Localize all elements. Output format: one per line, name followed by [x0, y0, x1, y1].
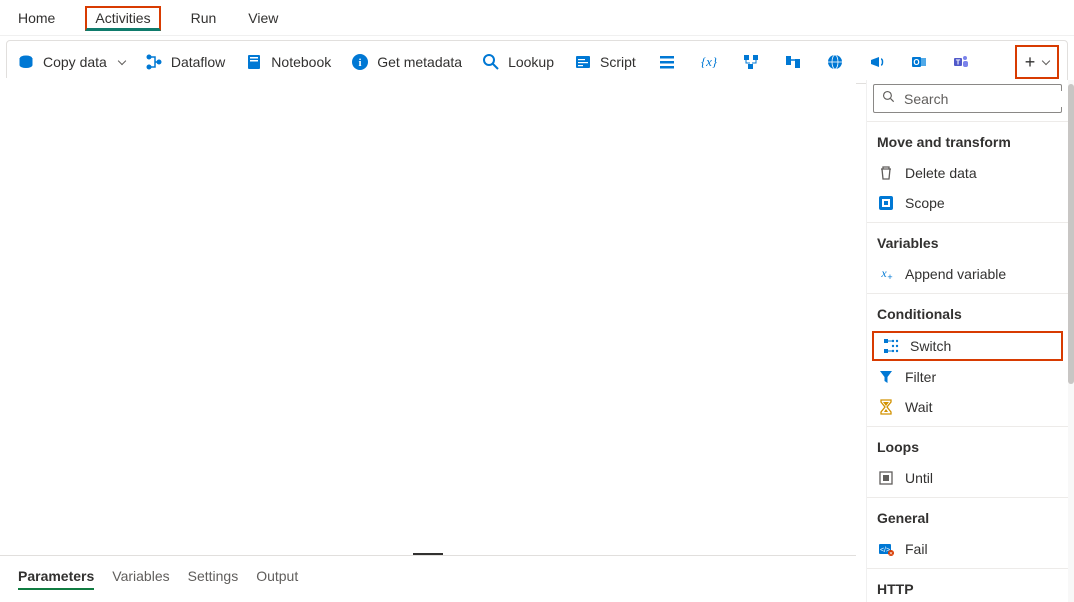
- svg-text:x: x: [880, 266, 887, 280]
- item-switch[interactable]: Switch: [872, 331, 1063, 361]
- section-title: Conditionals: [867, 304, 1068, 330]
- item-fail[interactable]: </>✕ Fail: [867, 534, 1068, 564]
- search-icon: [482, 53, 500, 71]
- fail-icon: </>✕: [877, 540, 895, 558]
- svg-text:{x}: {x}: [701, 54, 718, 69]
- lookup-label: Lookup: [508, 54, 554, 70]
- tab-activities[interactable]: Activities: [85, 6, 160, 31]
- copy-data-label: Copy data: [43, 54, 107, 70]
- notebook-button[interactable]: Notebook: [245, 53, 331, 71]
- teams-icon[interactable]: T: [950, 51, 972, 73]
- section-title: Move and transform: [867, 132, 1068, 158]
- scrollbar-thumb[interactable]: [1068, 84, 1074, 384]
- chevron-down-icon: [118, 57, 126, 65]
- variable-icon[interactable]: {x}: [698, 51, 720, 73]
- pipeline-canvas[interactable]: [0, 78, 856, 558]
- svg-text:T: T: [956, 60, 961, 67]
- globe-icon[interactable]: [824, 51, 846, 73]
- notebook-label: Notebook: [271, 54, 331, 70]
- list-activity-icon[interactable]: [656, 51, 678, 73]
- script-button[interactable]: Script: [574, 53, 636, 71]
- plus-icon: +: [1025, 52, 1036, 73]
- section-general: General </>✕ Fail: [867, 497, 1068, 568]
- item-scope[interactable]: Scope: [867, 188, 1068, 218]
- section-http: HTTP: [867, 568, 1068, 602]
- section-variables: Variables x+ Append variable: [867, 222, 1068, 293]
- item-append-variable[interactable]: x+ Append variable: [867, 259, 1068, 289]
- copy-data-icon: [17, 53, 35, 71]
- dataflow-icon: [145, 53, 163, 71]
- section-title: HTTP: [867, 579, 1068, 602]
- scope-icon: [877, 194, 895, 212]
- item-label: Filter: [905, 369, 936, 385]
- svg-text:✕: ✕: [889, 551, 893, 557]
- pipeline-icon[interactable]: [740, 51, 762, 73]
- section-title: Variables: [867, 233, 1068, 259]
- search-icon: [882, 90, 896, 107]
- tab-run[interactable]: Run: [189, 6, 219, 31]
- activity-search[interactable]: [873, 84, 1062, 113]
- outlook-icon[interactable]: O: [908, 51, 930, 73]
- item-label: Scope: [905, 195, 945, 211]
- megaphone-icon[interactable]: [866, 51, 888, 73]
- tab-settings[interactable]: Settings: [188, 568, 239, 590]
- item-label: Delete data: [905, 165, 977, 181]
- script-label: Script: [600, 54, 636, 70]
- section-title: General: [867, 508, 1068, 534]
- section-loops: Loops Until: [867, 426, 1068, 497]
- scrollbar[interactable]: [1068, 80, 1074, 602]
- tab-output[interactable]: Output: [256, 568, 298, 590]
- web-activity-icon[interactable]: [782, 51, 804, 73]
- dataflow-label: Dataflow: [171, 54, 225, 70]
- top-tab-bar: Home Activities Run View: [0, 0, 1074, 36]
- until-icon: [877, 469, 895, 487]
- section-title: Loops: [867, 437, 1068, 463]
- item-label: Until: [905, 470, 933, 486]
- svg-text:i: i: [359, 57, 362, 69]
- item-wait[interactable]: Wait: [867, 392, 1068, 422]
- append-variable-icon: x+: [877, 265, 895, 283]
- bottom-tab-bar: Parameters Variables Settings Output: [0, 555, 856, 602]
- svg-text:+: +: [887, 272, 892, 282]
- dataflow-button[interactable]: Dataflow: [145, 53, 225, 71]
- section-conditionals: Conditionals Switch Filter Wait: [867, 293, 1068, 426]
- get-metadata-label: Get metadata: [377, 54, 462, 70]
- get-metadata-button[interactable]: i Get metadata: [351, 53, 462, 71]
- item-until[interactable]: Until: [867, 463, 1068, 493]
- item-filter[interactable]: Filter: [867, 362, 1068, 392]
- search-input[interactable]: [904, 91, 1068, 107]
- item-label: Switch: [910, 338, 951, 354]
- svg-text:O: O: [913, 58, 919, 67]
- tab-home[interactable]: Home: [16, 6, 57, 31]
- trash-icon: [877, 164, 895, 182]
- item-delete-data[interactable]: Delete data: [867, 158, 1068, 188]
- activity-panel: Move and transform Delete data Scope Var…: [866, 80, 1068, 602]
- item-label: Append variable: [905, 266, 1006, 282]
- notebook-icon: [245, 53, 263, 71]
- hourglass-icon: [877, 398, 895, 416]
- switch-icon: [882, 337, 900, 355]
- item-label: Wait: [905, 399, 932, 415]
- section-move-transform: Move and transform Delete data Scope: [867, 121, 1068, 222]
- item-label: Fail: [905, 541, 928, 557]
- copy-data-button[interactable]: Copy data: [17, 53, 125, 71]
- tab-variables[interactable]: Variables: [112, 568, 169, 590]
- tab-view[interactable]: View: [246, 6, 280, 31]
- info-icon: i: [351, 53, 369, 71]
- script-icon: [574, 53, 592, 71]
- chevron-down-icon: [1042, 57, 1050, 65]
- filter-icon: [877, 368, 895, 386]
- add-activity-button[interactable]: +: [1015, 45, 1059, 79]
- lookup-button[interactable]: Lookup: [482, 53, 554, 71]
- tab-parameters[interactable]: Parameters: [18, 568, 94, 590]
